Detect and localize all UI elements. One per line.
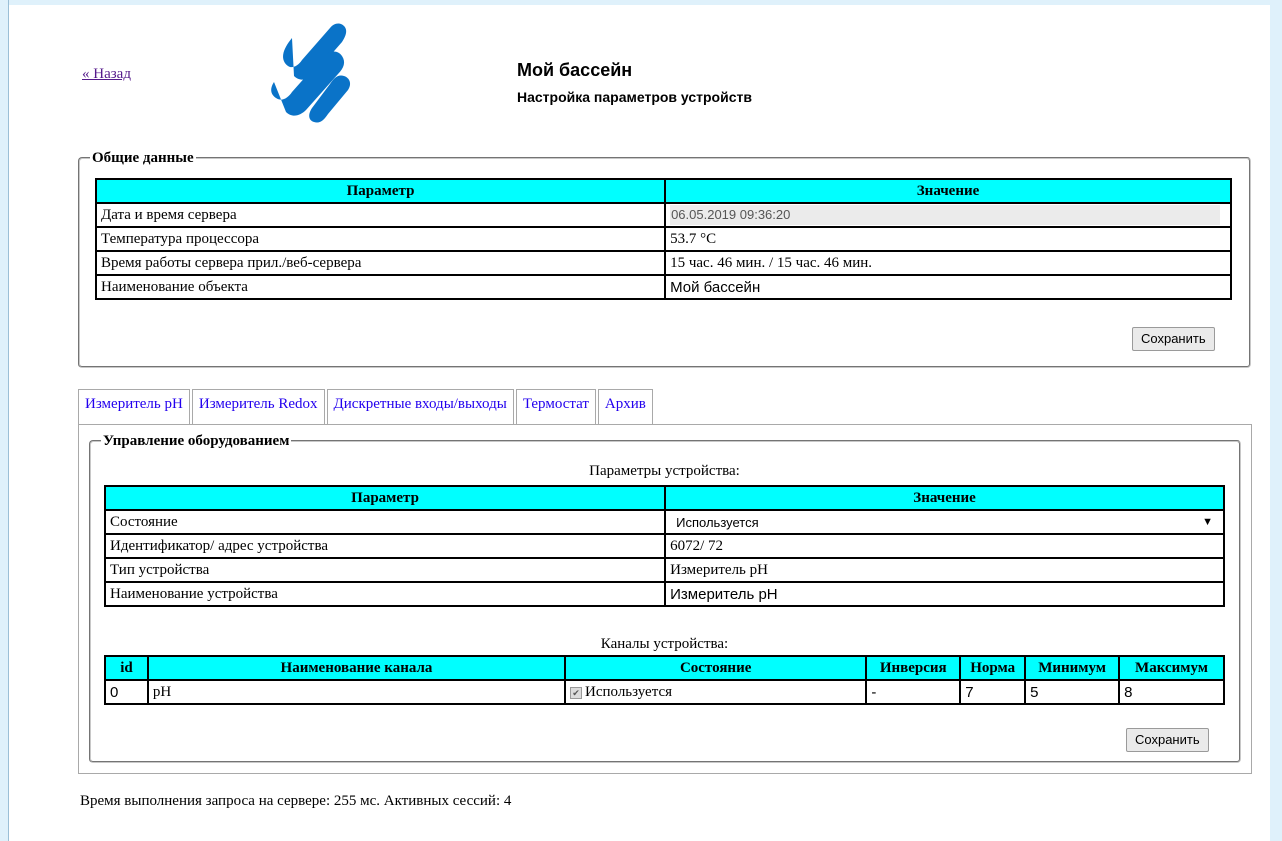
window-top-edge [0,0,1282,5]
uptime-value: 15 час. 46 мин. / 15 час. 46 мин. [664,250,1232,276]
row-param: Наименование устройства [103,581,667,607]
table-row: Состояние Используется ▼ [103,509,1225,535]
bluewave-logo-icon [262,20,362,129]
channel-enabled-checkbox[interactable]: ✔ [570,686,582,699]
dropdown-arrow-icon[interactable]: ▼ [1202,516,1213,528]
general-data-legend: Общие данные [92,150,194,166]
tab-discrete-io[interactable]: Дискретные входы/выходы [326,389,514,424]
table-row: Наименование объекта Мой бассейн [94,274,1232,300]
object-name-input[interactable]: Мой бассейн [664,274,1232,300]
table-row: Идентификатор/ адрес устройства 6072/ 72 [103,533,1225,559]
device-tabs: Измеритель pH Измеритель Redox Дискретны… [78,389,655,425]
device-state-value: Используется [676,514,759,530]
table-row: Дата и время сервера 06.05.2019 09:36:20 [94,202,1232,228]
footer-status: Время выполнения запроса на сервере: 255… [80,793,512,809]
back-link[interactable]: « Назад [82,66,131,83]
row-param: Время работы сервера прил./веб-сервера [94,250,667,276]
channel-min-input[interactable]: 5 [1024,679,1121,705]
tab-archive[interactable]: Архив [597,389,653,424]
channels-caption: Каналы устройства: [600,636,729,652]
device-params-table: Параметр Значение Состояние Используется… [103,485,1225,607]
table-header-row: Параметр Значение [94,178,1232,204]
channel-name: pH [146,679,567,705]
channel-state-cell: ✔ Используется [563,679,868,705]
device-state-select[interactable]: Используется ▼ [664,509,1225,535]
row-param: Дата и время сервера [94,202,667,228]
column-header-value: Значение [664,485,1225,511]
column-header-id: id [104,655,149,681]
row-param: Состояние [103,509,667,535]
column-header-max: Максимум [1118,655,1225,681]
tab-ph-meter[interactable]: Измеритель pH [78,389,190,425]
tab-thermostat[interactable]: Термостат [515,389,596,424]
page-subtitle: Настройка параметров устройств [517,89,752,105]
window-left-edge [0,0,9,841]
table-header-row: Параметр Значение [103,485,1225,511]
channel-state-label: Используется [585,683,673,700]
general-data-table: Параметр Значение Дата и время сервера 0… [94,178,1232,300]
save-general-button[interactable]: Сохранить [1132,327,1215,351]
device-params-caption: Параметры устройства: [589,463,740,479]
window-right-edge [1270,0,1282,841]
channel-id: 0 [104,679,149,705]
channel-norm-input[interactable]: 7 [959,679,1027,705]
column-header-inversion: Инверсия [865,655,962,681]
device-name-input[interactable]: Измеритель pH [664,581,1225,607]
table-header-row: id Наименование канала Состояние Инверси… [104,655,1225,681]
channel-max-input[interactable]: 8 [1118,679,1225,705]
row-param: Наименование объекта [94,274,667,300]
column-header-state: Состояние [563,655,868,681]
column-header-param: Параметр [103,485,667,511]
row-param: Тип устройства [103,557,667,583]
cpu-temp-value: 53.7 °C [664,226,1232,252]
tab-redox-meter[interactable]: Измеритель Redox [191,389,325,424]
channel-inversion: - [865,679,962,705]
column-header-norm: Норма [959,655,1027,681]
column-header-param: Параметр [94,178,667,204]
table-row: 0 pH ✔ Используется - 7 5 8 [104,679,1225,705]
table-row: Время работы сервера прил./веб-сервера 1… [94,250,1232,276]
column-header-value: Значение [664,178,1232,204]
row-value-cell: 06.05.2019 09:36:20 [664,202,1232,228]
server-datetime-field: 06.05.2019 09:36:20 [670,205,1220,225]
channels-table: id Наименование канала Состояние Инверси… [104,655,1225,705]
column-header-min: Минимум [1024,655,1121,681]
row-param: Температура процессора [94,226,667,252]
save-equipment-button[interactable]: Сохранить [1126,728,1209,752]
table-row: Температура процессора 53.7 °C [94,226,1232,252]
column-header-channel-name: Наименование канала [146,655,567,681]
device-address-value: 6072/ 72 [664,533,1225,559]
page-title: Мой бассейн [517,60,633,80]
table-row: Тип устройства Измеритель pH [103,557,1225,583]
row-param: Идентификатор/ адрес устройства [103,533,667,559]
device-type-value: Измеритель pH [664,557,1225,583]
table-row: Наименование устройства Измеритель pH [103,581,1225,607]
equipment-legend: Управление оборудованием [103,433,290,449]
